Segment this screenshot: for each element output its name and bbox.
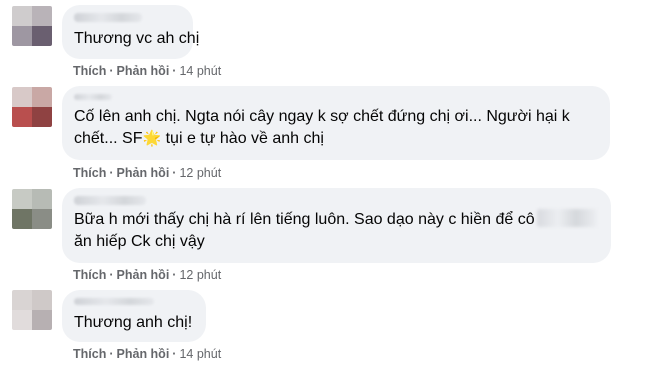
comment-text-part: tụi e tự hào về anh chị — [161, 130, 324, 147]
separator: · — [109, 64, 114, 78]
comment-text-line-2: ăn hiếp Ck chị vậy — [74, 233, 205, 250]
avatar[interactable] — [12, 6, 52, 46]
comment-actions: Thích · Phản hồi · 14 phút — [73, 64, 221, 78]
comment-text: Thương anh chị! — [74, 314, 193, 331]
separator: · — [109, 166, 114, 180]
separator: · — [172, 347, 177, 361]
separator: · — [172, 64, 177, 78]
comment-text-line-1: Cố lên anh chị. Ngta nói cây ngay k sợ c… — [74, 108, 570, 125]
comment-actions: Thích · Phản hồi · 12 phút — [73, 268, 221, 282]
reply-link[interactable]: Phản hồi — [117, 347, 170, 361]
author-name-blurred[interactable] — [74, 13, 142, 22]
comment-actions: Thích · Phản hồi · 12 phút — [73, 166, 221, 180]
comment-text-part: chết... SF — [74, 130, 143, 147]
reply-link[interactable]: Phản hồi — [117, 64, 170, 78]
author-name-blurred[interactable] — [74, 196, 146, 205]
glowing-star-icon: 🌟 — [142, 130, 162, 147]
timestamp[interactable]: 12 phút — [179, 268, 221, 282]
separator: · — [172, 268, 177, 282]
separator: · — [109, 347, 114, 361]
like-link[interactable]: Thích — [73, 268, 106, 282]
avatar[interactable] — [12, 87, 52, 127]
comment-bubble: Thương vc ah chị — [62, 5, 200, 59]
timestamp[interactable]: 14 phút — [179, 64, 221, 78]
comment-bubble: Bữa h mới thấy chị hà rí lên tiếng luôn.… — [62, 188, 611, 263]
comment-text-line-1: Bữa h mới thấy chị hà rí lên tiếng luôn.… — [74, 209, 599, 231]
reply-link[interactable]: Phản hồi — [117, 166, 170, 180]
reply-link[interactable]: Phản hồi — [117, 268, 170, 282]
like-link[interactable]: Thích — [73, 64, 106, 78]
avatar[interactable] — [12, 189, 52, 229]
comment-text-part: Bữa h mới thấy chị hà rí lên tiếng luôn.… — [74, 211, 535, 228]
comment-bubble: Cố lên anh chị. Ngta nói cây ngay k sợ c… — [62, 86, 610, 160]
comment-text: Thương vc ah chị — [74, 30, 200, 47]
separator: · — [172, 166, 177, 180]
comment-text-line-2: chết... SF🌟 tụi e tự hào về anh chị — [74, 128, 598, 150]
timestamp[interactable]: 14 phút — [179, 347, 221, 361]
like-link[interactable]: Thích — [73, 166, 106, 180]
author-name-blurred[interactable] — [74, 298, 154, 305]
avatar[interactable] — [12, 290, 52, 330]
redacted-name — [536, 209, 597, 227]
like-link[interactable]: Thích — [73, 347, 106, 361]
comment-actions: Thích · Phản hồi · 14 phút — [73, 347, 221, 361]
timestamp[interactable]: 12 phút — [179, 166, 221, 180]
author-name-blurred[interactable] — [74, 94, 112, 100]
comment-bubble: Thương anh chị! — [62, 290, 206, 342]
separator: · — [109, 268, 114, 282]
